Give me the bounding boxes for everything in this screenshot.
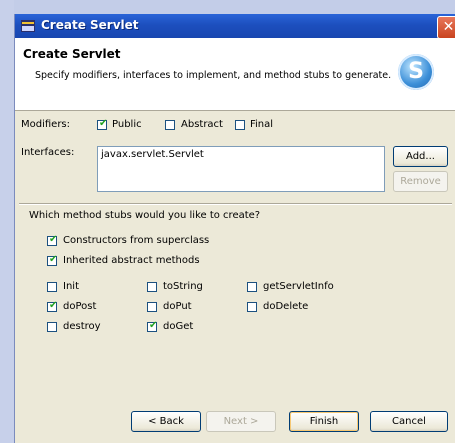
abstract-checkbox[interactable] [165,120,175,130]
final-label: Final [250,119,274,130]
doget-checkbox[interactable]: ✔ [147,320,158,332]
checkmark-icon: ✔ [49,254,58,265]
destroy-checkbox[interactable] [47,322,57,332]
tostring-label: toString [163,281,203,292]
final-checkbox[interactable] [235,120,245,130]
modifiers-label: Modifiers: [21,119,71,130]
back-button[interactable]: < Back [131,411,201,432]
getservletinfo-checkbox[interactable] [247,282,257,292]
dodelete-label: doDelete [263,301,309,312]
eclipse-window-icon [21,20,35,32]
page-description: Specify modifiers, interfaces to impleme… [35,70,392,81]
doput-checkbox[interactable] [147,302,157,312]
tostring-checkbox[interactable] [147,282,157,292]
title-bar[interactable]: Create Servlet ✕ [15,14,455,39]
desktop-backdrop-top [0,0,455,14]
interfaces-label: Interfaces: [21,147,75,158]
inherited-label: Inherited abstract methods [63,255,200,266]
abstract-label: Abstract [181,119,223,130]
interfaces-list[interactable]: javax.servlet.Servlet [97,146,385,192]
checkmark-icon: ✔ [99,118,108,129]
public-checkbox[interactable]: ✔ [97,118,108,130]
dodelete-checkbox[interactable] [247,302,257,312]
constructors-label: Constructors from superclass [63,235,210,246]
page-title: Create Servlet [23,47,121,61]
add-interface-button[interactable]: Add... [393,146,448,167]
close-icon[interactable]: ✕ [437,16,455,39]
finish-button[interactable]: Finish [289,411,359,432]
inherited-checkbox[interactable]: ✔ [47,254,58,266]
separator [19,203,452,205]
init-checkbox[interactable] [47,282,57,292]
desktop-backdrop-left [0,0,14,443]
list-item[interactable]: javax.servlet.Servlet [101,149,204,160]
checkmark-icon: ✔ [149,320,158,331]
create-servlet-dialog: Create Servlet ✕ Create Servlet Specify … [14,14,455,443]
doget-label: doGet [163,321,194,332]
public-label: Public [112,119,142,130]
servlet-wizard-icon: S [398,54,434,90]
remove-interface-button[interactable]: Remove [393,171,448,192]
next-button[interactable]: Next > [206,411,276,432]
window-title: Create Servlet [41,18,139,32]
dopost-checkbox[interactable]: ✔ [47,300,58,312]
checkmark-icon: ✔ [49,300,58,311]
wizard-header: Create Servlet Specify modifiers, interf… [15,38,455,111]
doput-label: doPut [163,301,192,312]
getservletinfo-label: getServletInfo [263,281,334,292]
checkmark-icon: ✔ [49,234,58,245]
init-label: Init [63,281,79,292]
constructors-checkbox[interactable]: ✔ [47,234,58,246]
dopost-label: doPost [63,301,97,312]
destroy-label: destroy [63,321,101,332]
stubs-question: Which method stubs would you like to cre… [29,210,261,221]
cancel-button[interactable]: Cancel [370,411,448,432]
